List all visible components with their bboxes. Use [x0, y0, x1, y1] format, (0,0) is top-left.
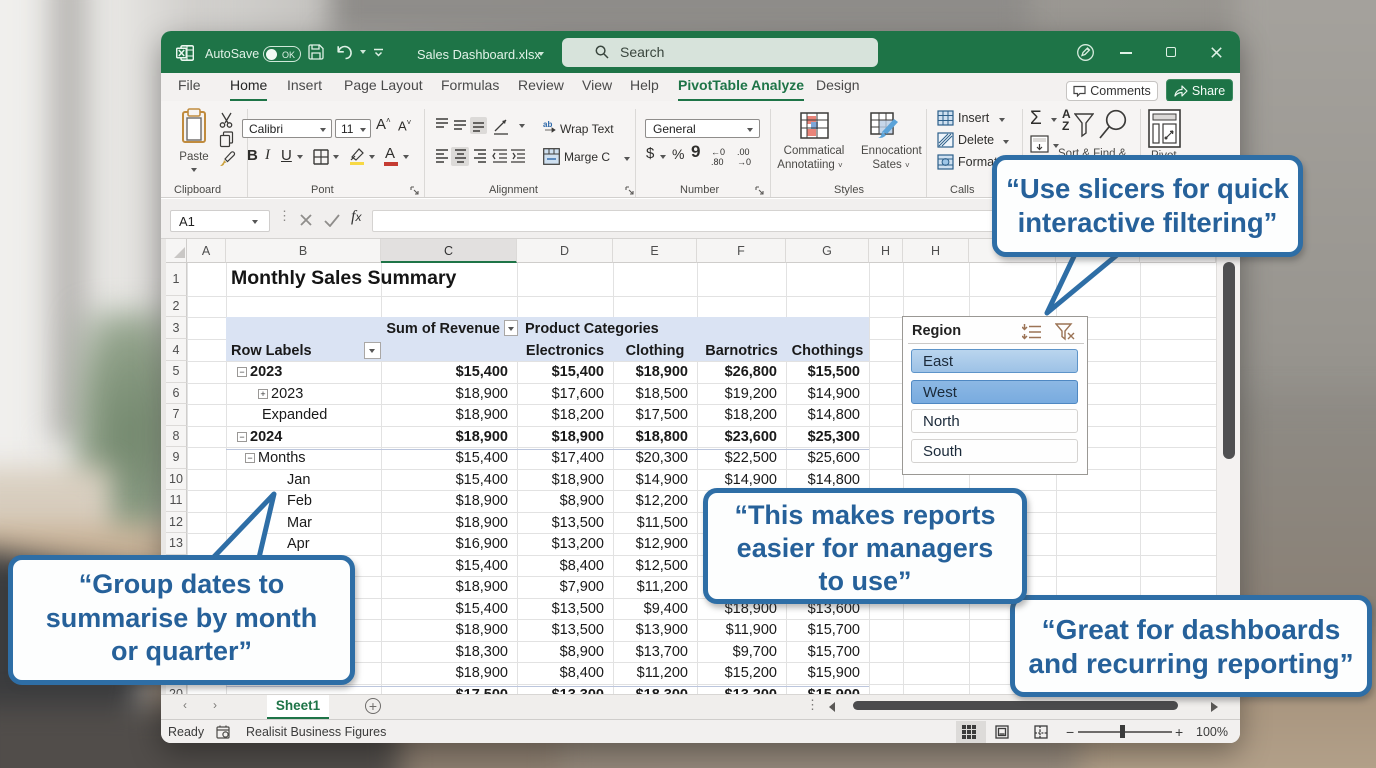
svg-text:ab: ab: [543, 120, 552, 129]
